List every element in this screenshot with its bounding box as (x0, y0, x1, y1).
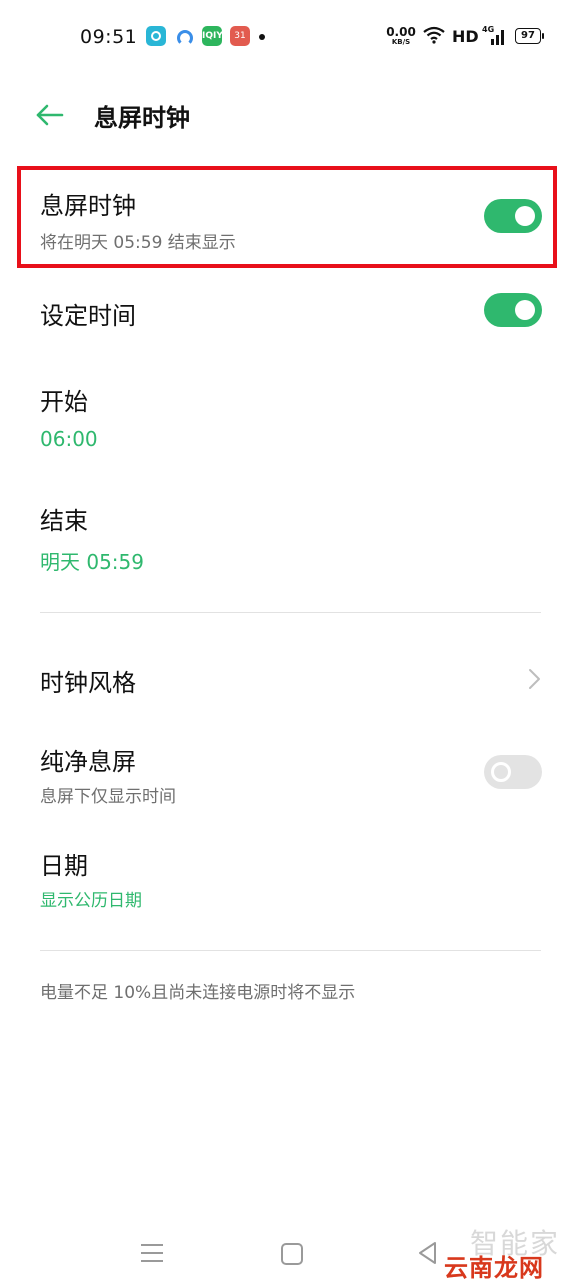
page-title: 息屏时钟 (94, 104, 190, 132)
date-title: 日期 (40, 852, 88, 880)
battery-footnote: 电量不足 10%且尚未连接电源时将不显示 (40, 983, 356, 1003)
status-time: 09:51 (80, 26, 138, 48)
divider (40, 950, 541, 951)
start-title: 开始 (40, 388, 88, 416)
arrow-left-icon[interactable] (34, 99, 66, 131)
pure-aod-toggle[interactable] (484, 755, 542, 789)
pure-aod-title: 纯净息屏 (40, 748, 136, 776)
battery-icon: 97 (515, 28, 544, 44)
date-value: 显示公历日期 (40, 891, 142, 911)
back-triangle-icon[interactable] (416, 1240, 438, 1266)
watermark-logo: 云南龙网 (444, 1254, 544, 1282)
clock-style-title: 时钟风格 (40, 669, 136, 697)
chevron-right-icon (529, 669, 540, 689)
net-speed-value: 0.00 (386, 25, 416, 39)
notification-dot-icon (259, 34, 265, 40)
cell-signal-icon: 4G (482, 25, 508, 45)
aod-title: 息屏时钟 (40, 192, 136, 220)
divider (40, 612, 541, 613)
aod-subtitle: 将在明天 05:59 结束显示 (40, 233, 236, 253)
home-icon[interactable] (281, 1243, 303, 1265)
schedule-title: 设定时间 (40, 302, 136, 330)
pure-aod-subtitle: 息屏下仅显示时间 (40, 787, 176, 807)
end-value: 明天 05:59 (40, 550, 144, 574)
net-speed: 0.00 KB/S (386, 26, 416, 46)
hd-indicator: HD (452, 27, 479, 46)
wifi-icon (423, 26, 445, 44)
calendar-app-icon: 31 (230, 26, 250, 46)
schedule-toggle[interactable] (484, 293, 542, 327)
end-title: 结束 (40, 507, 88, 535)
net-speed-unit: KB/S (391, 38, 411, 46)
network-type-label: 4G (482, 25, 495, 34)
browser-app-icon (174, 26, 194, 46)
start-value: 06:00 (40, 427, 98, 451)
camera-app-icon (146, 26, 166, 46)
iqiyi-app-icon: IQIY (202, 26, 223, 46)
aod-toggle[interactable] (484, 199, 542, 233)
recent-apps-icon[interactable] (141, 1244, 163, 1262)
